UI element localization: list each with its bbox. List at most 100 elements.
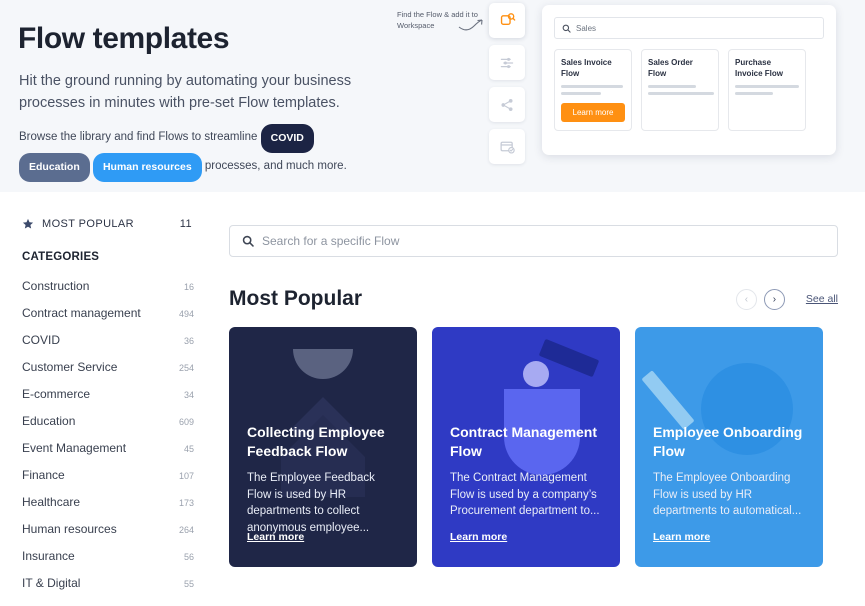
- sidebar-item-construction[interactable]: Construction 16: [22, 279, 194, 293]
- flow-card-learn-more-link[interactable]: Learn more: [450, 531, 507, 543]
- section-title: Most Popular: [229, 287, 363, 310]
- sidebar-item-label: Construction: [22, 279, 90, 293]
- chip-covid[interactable]: COVID: [260, 124, 314, 153]
- find-flow-button[interactable]: [489, 3, 525, 38]
- search-icon: [242, 235, 254, 247]
- flow-card-learn-more-link[interactable]: Learn more: [653, 531, 710, 543]
- sidebar-item-education[interactable]: Education 609: [22, 414, 194, 428]
- carousel-prev-button[interactable]: ‹: [735, 288, 757, 310]
- placeholder-line: [561, 92, 601, 95]
- flow-card-title: Collecting Employee Feedback Flow: [247, 424, 385, 459]
- star-icon: [22, 218, 34, 229]
- flow-card-title: Contract Management Flow: [450, 424, 598, 459]
- page-title: Flow templates: [18, 22, 230, 55]
- sidebar-item-human-resources[interactable]: Human resources 264: [22, 522, 194, 536]
- annotation-arrow-icon: [458, 19, 483, 31]
- search-placeholder: Search for a specific Flow: [262, 234, 400, 248]
- sidebar-item-count: 45: [183, 444, 194, 454]
- flow-card-collecting-employee-feedback[interactable]: Collecting Employee Feedback Flow The Em…: [229, 327, 417, 567]
- sidebar-item-count: 107: [178, 471, 194, 481]
- browse-suffix: processes, and much more.: [204, 160, 347, 172]
- sidebar-item-count: 254: [178, 363, 194, 373]
- sidebar-item-label: IT & Digital: [22, 576, 81, 590]
- card-check-button[interactable]: [489, 129, 525, 164]
- flow-card-description: The Contract Management Flow is used by …: [450, 472, 600, 517]
- sidebar-item-count: 34: [183, 390, 194, 400]
- sidebar-item-label: COVID: [22, 333, 61, 347]
- placeholder-line: [735, 85, 799, 88]
- sidebar-item-count: 55: [183, 579, 194, 589]
- sliders-icon: [500, 57, 514, 68]
- flow-card-title: Employee Onboarding Flow: [653, 424, 803, 459]
- sidebar-item-count: 173: [178, 498, 194, 508]
- sidebar: MOST POPULAR 11 CATEGORIES Construction …: [0, 192, 215, 603]
- search-input[interactable]: Search for a specific Flow: [229, 225, 838, 257]
- sidebar-item-insurance[interactable]: Insurance 56: [22, 549, 194, 563]
- sidebar-item-label: Event Management: [22, 441, 127, 455]
- content-area: Search for a specific Flow Most Popular …: [229, 192, 865, 567]
- card-check-icon: [499, 141, 515, 154]
- hero-subtitle: Hit the ground running by automating you…: [19, 73, 352, 111]
- sidebar-item-healthcare[interactable]: Healthcare 173: [22, 495, 194, 509]
- sidebar-item-e-commerce[interactable]: E-commerce 34: [22, 387, 194, 401]
- flow-card-body: Contract Management Flow The Contract Ma…: [450, 423, 604, 520]
- icon-rail: [489, 3, 525, 171]
- sidebar-item-label: Education: [22, 414, 76, 428]
- preview-card-title: Sales Order Flow: [648, 58, 693, 78]
- preview-card-title: Purchase Invoice Flow: [735, 58, 784, 78]
- chip-human-resources[interactable]: Human resources: [92, 153, 202, 182]
- flow-card-employee-onboarding[interactable]: Employee Onboarding Flow The Employee On…: [635, 327, 823, 567]
- flow-card-description: The Employee Onboarding Flow is used by …: [653, 472, 802, 517]
- sidebar-item-most-popular[interactable]: MOST POPULAR 11: [22, 218, 192, 230]
- sidebar-item-label: Customer Service: [22, 360, 118, 374]
- sidebar-item-contract-management[interactable]: Contract management 494: [22, 306, 194, 320]
- hero-section: Flow templates Hit the ground running by…: [0, 0, 865, 192]
- hero-browse-text: Browse the library and find Flows to str…: [19, 123, 369, 182]
- sidebar-item-count: 16: [183, 282, 194, 292]
- preview-card[interactable]: Purchase Invoice Flow: [728, 49, 806, 131]
- preview-search-input[interactable]: Sales: [554, 17, 824, 39]
- placeholder-line: [561, 85, 623, 88]
- sidebar-item-count: 494: [178, 309, 194, 319]
- flow-card-contract-management[interactable]: Contract Management Flow The Contract Ma…: [432, 327, 620, 567]
- preview-card[interactable]: Sales Invoice Flow Learn more: [554, 49, 632, 131]
- categories-heading: CATEGORIES: [22, 251, 100, 263]
- main-area: MOST POPULAR 11 CATEGORIES Construction …: [0, 192, 865, 606]
- sidebar-item-it-digital[interactable]: IT & Digital 55: [22, 576, 194, 590]
- sidebar-item-count: 56: [183, 552, 194, 562]
- sidebar-item-label: Insurance: [22, 549, 75, 563]
- find-flow-icon: [500, 13, 515, 26]
- sidebar-item-count: 609: [178, 417, 194, 427]
- preview-card-list: Sales Invoice Flow Learn more Sales Orde…: [554, 49, 824, 131]
- browse-prefix: Browse the library and find Flows to str…: [19, 131, 258, 143]
- preview-card-title: Sales Invoice Flow: [561, 58, 612, 78]
- placeholder-line: [735, 92, 773, 95]
- carousel-next-button[interactable]: ›: [763, 288, 785, 310]
- sidebar-item-covid[interactable]: COVID 36: [22, 333, 194, 347]
- filters-button[interactable]: [489, 45, 525, 80]
- flow-card-learn-more-link[interactable]: Learn more: [247, 531, 304, 543]
- share-button[interactable]: [489, 87, 525, 122]
- preview-learn-more-button[interactable]: Learn more: [561, 103, 625, 122]
- sidebar-item-label: Contract management: [22, 306, 141, 320]
- sidebar-item-label: MOST POPULAR: [42, 218, 135, 230]
- see-all-link[interactable]: See all: [806, 293, 838, 305]
- sidebar-item-event-management[interactable]: Event Management 45: [22, 441, 194, 455]
- flow-card-body: Employee Onboarding Flow The Employee On…: [653, 423, 807, 520]
- share-icon: [501, 98, 513, 111]
- sidebar-item-count: 36: [183, 336, 194, 346]
- chip-education[interactable]: Education: [19, 153, 90, 182]
- sidebar-item-finance[interactable]: Finance 107: [22, 468, 194, 482]
- sidebar-item-label: Human resources: [22, 522, 117, 536]
- placeholder-line: [648, 92, 714, 95]
- sidebar-item-customer-service[interactable]: Customer Service 254: [22, 360, 194, 374]
- sidebar-item-label: E-commerce: [22, 387, 91, 401]
- sidebar-item-label: Healthcare: [22, 495, 81, 509]
- flow-card-body: Collecting Employee Feedback Flow The Em…: [247, 423, 401, 536]
- sidebar-item-label: Finance: [22, 468, 65, 482]
- sidebar-item-count: 11: [179, 218, 192, 230]
- flow-card-description: The Employee Feedback Flow is used by HR…: [247, 472, 375, 534]
- preview-card[interactable]: Sales Order Flow: [641, 49, 719, 131]
- preview-panel: Sales Sales Invoice Flow Learn more Sale…: [542, 5, 836, 155]
- placeholder-line: [648, 85, 696, 88]
